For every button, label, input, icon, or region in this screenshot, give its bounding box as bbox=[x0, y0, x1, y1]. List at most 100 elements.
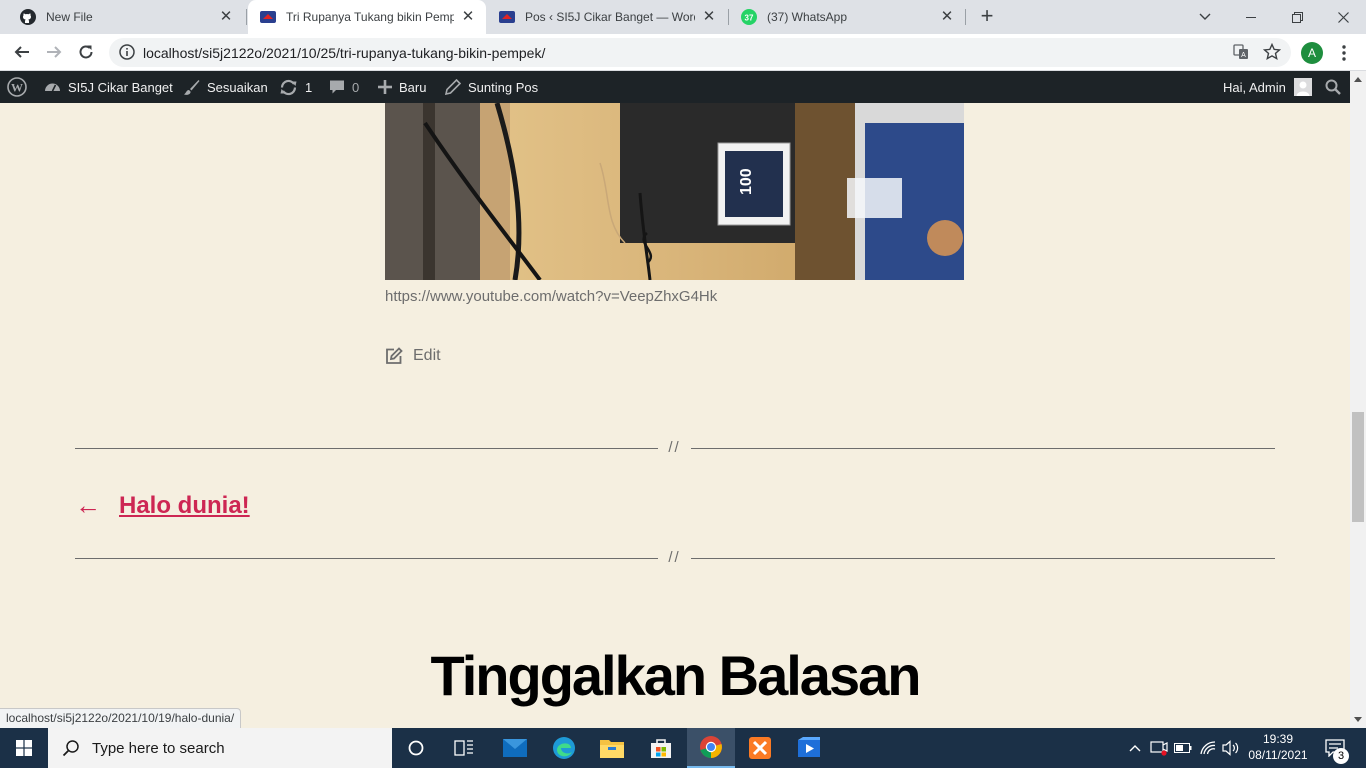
paintbrush-icon bbox=[184, 79, 200, 95]
folder-icon bbox=[600, 740, 624, 758]
taskbar-store[interactable] bbox=[637, 728, 685, 768]
whatsapp-icon: 37 bbox=[741, 9, 757, 25]
reload-button[interactable] bbox=[72, 38, 100, 66]
whatsapp-badge: 37 bbox=[745, 14, 754, 23]
admin-site-name[interactable]: SI5J Cikar Banget bbox=[44, 71, 173, 103]
chevron-up-icon bbox=[1129, 745, 1141, 752]
comments-count: 0 bbox=[352, 79, 360, 95]
tray-volume[interactable] bbox=[1220, 728, 1242, 768]
wp-admin-bar: W SI5J Cikar Banget Sesuaikan 1 0 Baru S… bbox=[0, 71, 1350, 103]
tray-meet-now[interactable] bbox=[1148, 728, 1170, 768]
wordpress-logo-icon: W bbox=[7, 77, 27, 97]
mail-icon bbox=[503, 739, 527, 757]
tray-network[interactable] bbox=[1197, 728, 1219, 768]
back-button[interactable] bbox=[8, 38, 36, 66]
task-view-button[interactable] bbox=[440, 728, 488, 768]
previous-post-link[interactable]: Halo dunia! bbox=[119, 492, 250, 520]
minimize-button[interactable] bbox=[1228, 0, 1274, 34]
svg-text:W: W bbox=[11, 81, 23, 95]
close-tab-icon[interactable]: ✕ bbox=[460, 9, 476, 25]
svg-text:A: A bbox=[1241, 52, 1246, 59]
xampp-icon bbox=[749, 737, 771, 759]
taskbar-clock[interactable]: 19:39 08/11/2021 bbox=[1242, 731, 1314, 763]
link-status-bubble: localhost/si5j2122o/2021/10/19/halo-duni… bbox=[0, 708, 242, 728]
photo-image: 100 bbox=[385, 103, 964, 280]
admin-comments[interactable]: 0 bbox=[329, 71, 359, 103]
url-text[interactable]: localhost/si5j2122o/2021/10/25/tri-rupan… bbox=[143, 45, 545, 61]
previous-post-nav[interactable]: ← Halo dunia! bbox=[75, 490, 250, 521]
page-scrollbar[interactable] bbox=[1350, 71, 1366, 728]
taskbar-media-app[interactable] bbox=[785, 728, 833, 768]
chrome-icon bbox=[700, 736, 722, 758]
search-icon bbox=[62, 740, 79, 757]
edge-browser-icon bbox=[553, 737, 575, 759]
new-content-label: Baru bbox=[399, 79, 427, 95]
close-tab-icon[interactable]: ✕ bbox=[701, 9, 717, 25]
scrollbar-thumb[interactable] bbox=[1352, 412, 1364, 522]
scroll-down-arrow[interactable] bbox=[1354, 717, 1362, 722]
taskbar-edge[interactable] bbox=[540, 728, 588, 768]
taskbar-chrome[interactable] bbox=[687, 728, 735, 768]
tab-title: Pos ‹ SI5J Cikar Banget — WordPress bbox=[525, 10, 695, 24]
tab-whatsapp[interactable]: 37 (37) WhatsApp ✕ bbox=[729, 0, 965, 34]
video-editor-icon bbox=[798, 737, 820, 757]
taskbar-file-explorer[interactable] bbox=[588, 728, 636, 768]
translate-icon[interactable]: A bbox=[1233, 44, 1249, 60]
post-photo: 100 bbox=[385, 103, 964, 280]
admin-account-menu[interactable]: Hai, Admin bbox=[1223, 71, 1312, 103]
profile-avatar[interactable]: A bbox=[1301, 42, 1323, 64]
cortana-button[interactable] bbox=[392, 728, 440, 768]
taskbar-search-box[interactable]: Type here to search bbox=[48, 728, 392, 768]
camera-icon bbox=[1150, 741, 1168, 756]
section-divider: // bbox=[75, 439, 1275, 459]
edit-post-link[interactable]: Edit bbox=[385, 347, 441, 365]
admin-updates[interactable]: 1 bbox=[279, 71, 312, 103]
new-tab-button[interactable]: + bbox=[975, 5, 999, 29]
site-icon bbox=[499, 11, 515, 23]
menu-kebab-icon[interactable] bbox=[1336, 43, 1352, 63]
minimize-icon bbox=[1246, 16, 1256, 18]
user-avatar-icon bbox=[1293, 78, 1312, 96]
tab-search-button[interactable] bbox=[1182, 0, 1228, 34]
close-tab-icon[interactable]: ✕ bbox=[939, 9, 955, 25]
site-icon bbox=[260, 11, 276, 23]
cortana-circle-icon bbox=[408, 740, 424, 756]
photo-sign-text: 100 bbox=[738, 168, 755, 195]
windows-taskbar: Type here to search 19:39 08/11/2021 3 bbox=[0, 728, 1366, 768]
site-info-icon[interactable] bbox=[119, 44, 135, 60]
admin-search[interactable] bbox=[1325, 71, 1348, 103]
customize-label: Sesuaikan bbox=[207, 79, 268, 95]
admin-edit-post[interactable]: Sunting Pos bbox=[445, 71, 538, 103]
admin-customize[interactable]: Sesuaikan bbox=[183, 71, 268, 103]
account-greeting: Hai, Admin bbox=[1223, 79, 1286, 95]
taskbar-xampp[interactable] bbox=[736, 728, 784, 768]
tray-show-hidden[interactable] bbox=[1125, 728, 1145, 768]
tray-battery[interactable] bbox=[1172, 728, 1194, 768]
clock-date: 08/11/2021 bbox=[1248, 748, 1308, 762]
edit-post-label: Sunting Pos bbox=[468, 79, 539, 95]
youtube-url-text[interactable]: https://www.youtube.com/watch?v=VeepZhxG… bbox=[385, 288, 717, 305]
wp-logo-menu[interactable]: W bbox=[7, 71, 34, 103]
divider-symbol: // bbox=[668, 439, 681, 456]
divider-line bbox=[691, 448, 1275, 449]
restore-button[interactable] bbox=[1274, 0, 1320, 34]
close-window-button[interactable] bbox=[1320, 0, 1366, 34]
tab-separator bbox=[965, 9, 966, 25]
divider-symbol: // bbox=[668, 549, 681, 566]
tab-title: Tri Rupanya Tukang bikin Pempek bbox=[286, 10, 454, 24]
taskbar-mail[interactable] bbox=[491, 728, 539, 768]
tab-active-post[interactable]: Tri Rupanya Tukang bikin Pempek ✕ bbox=[248, 0, 486, 34]
start-button[interactable] bbox=[0, 728, 48, 768]
tab-wp-posts[interactable]: Pos ‹ SI5J Cikar Banget — WordPress ✕ bbox=[487, 0, 727, 34]
admin-new-content[interactable]: Baru bbox=[378, 71, 426, 103]
chevron-down-icon bbox=[1199, 13, 1211, 20]
tab-new-file[interactable]: New File ✕ bbox=[8, 0, 244, 34]
scroll-up-arrow[interactable] bbox=[1354, 77, 1362, 82]
bookmark-star-icon[interactable] bbox=[1263, 43, 1281, 61]
forward-button[interactable] bbox=[40, 38, 68, 66]
close-tab-icon[interactable]: ✕ bbox=[218, 9, 234, 25]
notification-count-badge: 3 bbox=[1333, 748, 1349, 764]
plus-icon bbox=[378, 80, 392, 94]
edit-icon bbox=[386, 347, 403, 364]
address-bar[interactable]: localhost/si5j2122o/2021/10/25/tri-rupan… bbox=[109, 38, 1291, 67]
